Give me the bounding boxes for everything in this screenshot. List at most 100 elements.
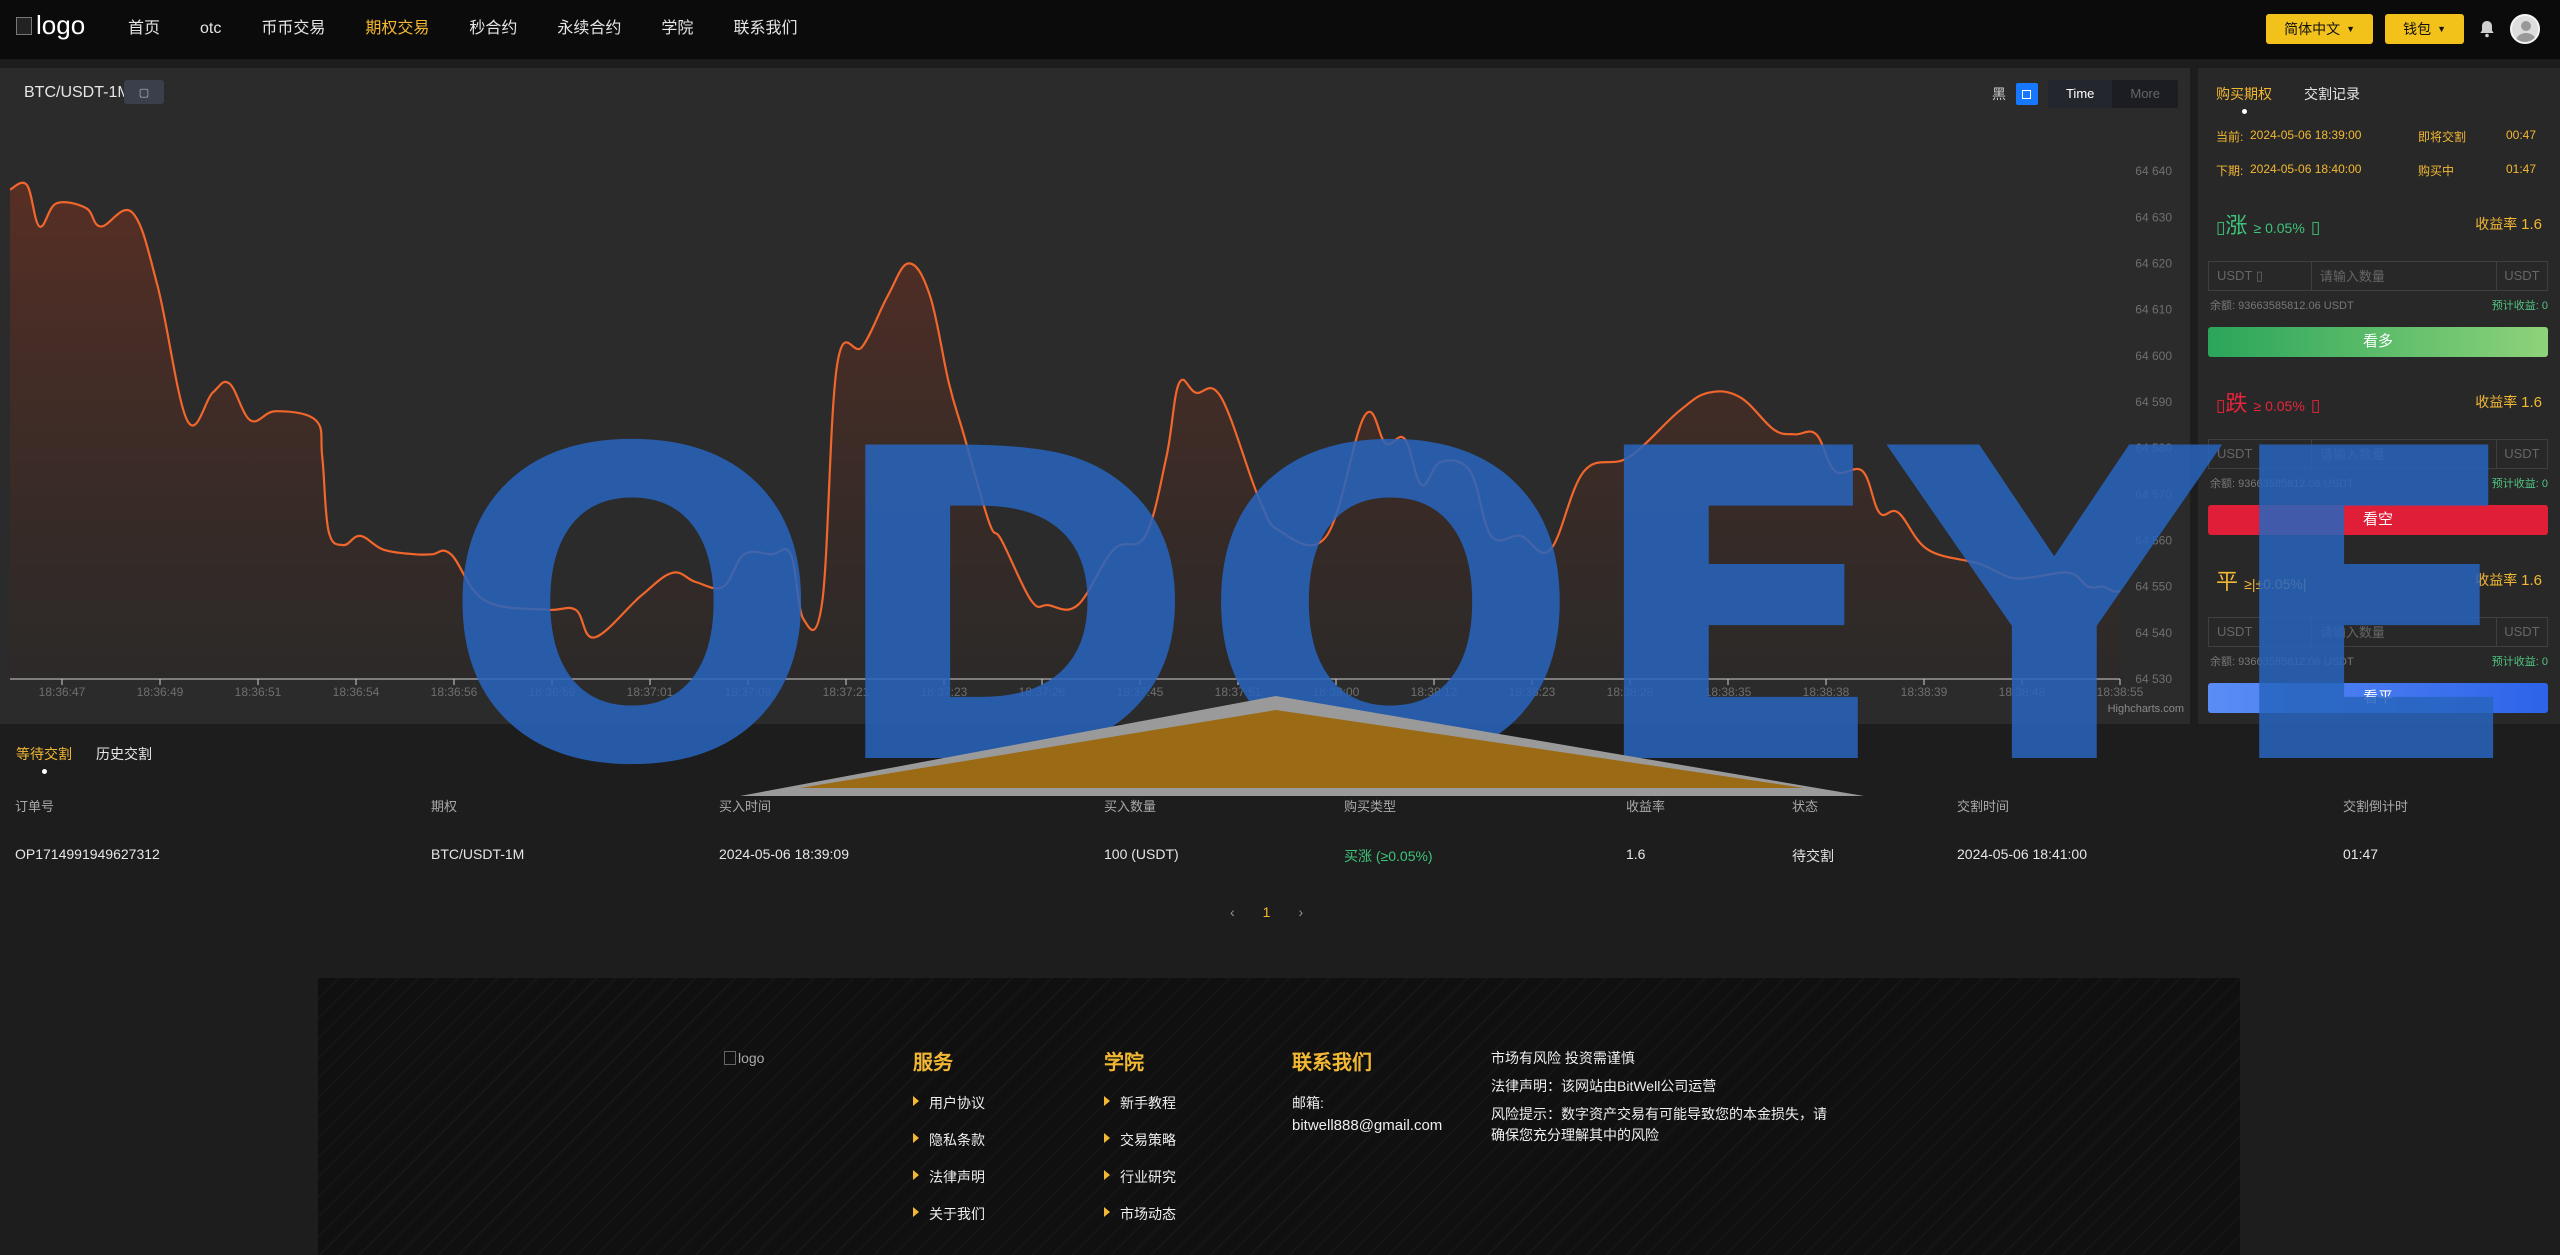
currency-select[interactable]: USDT [2209,440,2312,468]
amount-unit: USDT [2495,262,2547,290]
chart-pair-toggle-icon[interactable]: ▢ [124,80,164,104]
y-tick-label: 64 530 [2135,672,2172,686]
footer-academy-title: 学院 [1104,1052,1144,1074]
orders-tabs: 等待交割 历史交割 [16,744,152,774]
footer-email[interactable]: bitwell888@gmail.com [1292,1117,1442,1134]
box-icon: ▯ [2216,218,2226,237]
y-tick-label: 64 550 [2135,580,2172,594]
nav-spot-trading[interactable]: 币币交易 [241,18,345,40]
nav-home[interactable]: 首页 [108,18,180,40]
option-flat-balance-row: 余额: 93663585812.06 USDT 预计收益: 0 [2210,653,2548,669]
amount-unit: USDT [2495,440,2547,468]
box-icon: ▯ [2310,218,2321,237]
order-buy-time: 2024-05-06 18:39:09 [719,846,849,862]
x-tick-label: 18:38:12 [1411,685,1458,699]
currency-select[interactable]: USDT ▯ [2209,262,2312,290]
column-header: 交割时间 [1957,799,2010,814]
option-rise-rate: 收益率 1.6 [2475,216,2542,233]
x-tick-label: 18:36:59 [529,685,576,699]
tab-buy-options[interactable]: 购买期权 [2216,84,2272,114]
option-flat-symbol: 平 ≥|±0.05%| [2216,569,2307,594]
footer-contact: 联系我们 邮箱: bitwell888@gmail.com [1292,1046,1442,1134]
price-chart[interactable]: 64 530 64 540 64 550 64 560 64 570 64 580 64 5… [0,68,2190,724]
nav-contact[interactable]: 联系我们 [713,18,817,40]
y-tick-label: 64 590 [2135,395,2172,409]
chart-credit: Highcharts.com [2108,703,2184,715]
x-tick-label: 18:36:47 [39,685,86,699]
next-period-countdown: 01:47 [2506,162,2537,176]
page-number[interactable]: 1 [1263,904,1271,920]
x-tick-label: 18:38:23 [1509,685,1556,699]
order-type: 买涨 (≥0.05%) [1344,848,1433,864]
broken-image-icon [724,1051,736,1065]
x-tick-label: 18:36:51 [235,685,282,699]
x-tick-label: 18:38:48 [1999,685,2046,699]
footer-link-research[interactable]: 行业研究 [1104,1167,1176,1187]
option-rise-header: ▯涨 ≥ 0.05% ▯ 收益率 1.6 [2216,208,2546,238]
nav-options-trading[interactable]: 期权交易 [345,18,449,40]
tab-time[interactable]: Time [2047,80,2113,108]
footer-link-strategy[interactable]: 交易策略 [1104,1130,1176,1150]
x-tick-label: 18:36:49 [137,685,184,699]
y-tick-label: 64 560 [2135,533,2172,547]
buy-long-button[interactable]: 看多 [2208,327,2548,357]
footer-link-privacy[interactable]: 隐私条款 [913,1130,985,1150]
x-tick-label: 18:36:56 [431,685,478,699]
tab-more[interactable]: More [2112,80,2178,108]
wallet-button[interactable]: 钱包 ▼ [2385,14,2464,44]
next-page-icon[interactable]: › [1298,904,1303,920]
theme-toggle-icon[interactable] [2015,83,2038,105]
footer-services-title: 服务 [913,1052,953,1074]
tab-settlement-records[interactable]: 交割记录 [2304,84,2360,104]
nav-academy[interactable]: 学院 [641,18,713,40]
option-fall-symbol: ▯跌 ≥ 0.05% ▯ [2216,391,2321,416]
x-tick-label: 18:38:35 [1705,685,1752,699]
column-header: 收益率 [1626,799,1666,814]
x-tick-label: 18:38:39 [1901,685,1948,699]
footer-link-legal[interactable]: 法律声明 [913,1167,985,1187]
bell-icon[interactable] [2476,18,2498,40]
footer-link-user-agreement[interactable]: 用户协议 [913,1093,985,1113]
nav-second-contract[interactable]: 秒合约 [449,18,537,40]
x-tick-label: 18:38:28 [1607,685,1654,699]
y-tick-label: 64 540 [2135,626,2172,640]
tab-pending-settlement[interactable]: 等待交割 [16,744,72,774]
option-flat-amount-input[interactable] [2311,618,2496,646]
nav-perpetual-contract[interactable]: 永续合约 [537,18,641,40]
x-tick-label: 18:37:45 [1117,685,1164,699]
buy-short-button[interactable]: 看空 [2208,505,2548,535]
footer-logo-alt: logo [738,1050,765,1066]
buy-flat-button[interactable]: 看平 [2208,683,2548,713]
risk-line: 市场有风险 投资需谨慎 [1491,1050,1635,1066]
order-id: OP1714991949627312 [15,846,160,862]
tab-settlement-history[interactable]: 历史交割 [96,744,152,764]
logo-alt-text: logo [36,10,86,40]
column-header: 交割倒计时 [2343,799,2409,814]
x-tick-label: 18:37:51 [1215,685,1262,699]
broken-image-icon [16,16,32,35]
x-tick-label: 18:36:54 [333,685,380,699]
chart-toolbar: 黑 Time More [1992,80,2178,108]
option-rise-amount-row: USDT ▯ USDT [2208,261,2548,291]
option-rise-balance-row: 余额: 93663585812.06 USDT 预计收益: 0 [2210,297,2548,313]
currency-select[interactable]: USDT [2209,618,2312,646]
user-avatar-icon[interactable] [2510,14,2540,44]
table-row[interactable]: OP1714991949627312 BTC/USDT-1M 2024-05-0… [0,846,2560,866]
order-countdown: 01:47 [2343,846,2379,862]
price-chart-panel: 64 530 64 540 64 550 64 560 64 570 64 580 64 5… [0,68,2190,724]
option-rise-amount-input[interactable] [2311,262,2496,290]
current-period-label: 当前: [2216,130,2244,144]
order-option: BTC/USDT-1M [431,846,525,862]
footer-link-about[interactable]: 关于我们 [913,1204,985,1224]
footer-link-beginner[interactable]: 新手教程 [1104,1093,1176,1113]
language-button[interactable]: 简体中文 ▼ [2266,14,2374,44]
theme-label: 黑 [1991,86,2006,102]
nav-otc[interactable]: otc [180,18,241,40]
prev-page-icon[interactable]: ‹ [1230,904,1235,920]
option-fall-amount-input[interactable] [2311,440,2496,468]
site-logo[interactable]: logo [16,10,85,41]
footer-contact-title: 联系我们 [1292,1052,1372,1074]
box-icon: ▯ [2216,396,2226,415]
option-flat-expected: 预计收益: 0 [2491,656,2548,668]
footer-link-market-news[interactable]: 市场动态 [1104,1204,1176,1224]
